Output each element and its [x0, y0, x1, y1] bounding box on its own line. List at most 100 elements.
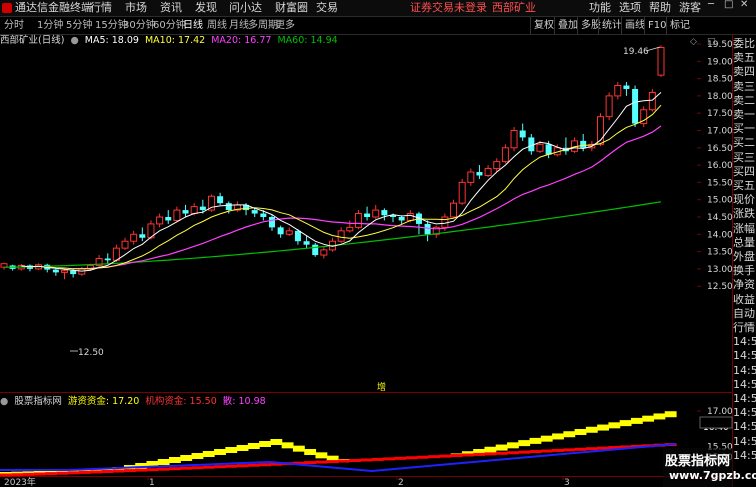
candle-down: [251, 210, 258, 214]
institution-bar: [383, 457, 395, 461]
institution-bar: [552, 448, 564, 452]
side-panel-item[interactable]: 14:56: [733, 350, 756, 362]
ma5-line: [21, 92, 662, 272]
institution-bar: [585, 447, 598, 451]
settings-icon[interactable]: □: [707, 37, 716, 47]
candle-up: [190, 206, 198, 215]
side-panel-item[interactable]: 14:56: [733, 407, 756, 419]
ma60-legend: MA60: 14.94: [277, 35, 338, 46]
institution-bar: [394, 456, 407, 460]
side-panel-item[interactable]: 14:56: [733, 436, 756, 448]
candle-up: [337, 230, 345, 242]
expand-icon[interactable]: ◇: [690, 37, 697, 47]
hot-money-bar: [585, 426, 598, 433]
candle-up: [61, 270, 69, 273]
side-panel-item[interactable]: 总量: [733, 237, 756, 249]
candle-up: [493, 161, 501, 170]
kline-chart[interactable]: 19.5019.0018.5018.0017.5017.0016.5016.00…: [0, 0, 756, 487]
side-panel-item[interactable]: 换手: [733, 265, 756, 277]
side-panel-item[interactable]: 委比: [733, 38, 756, 50]
hot-money-bar: [292, 445, 305, 452]
side-panel-item[interactable]: 14:56: [733, 393, 756, 405]
side-panel-item[interactable]: 14:56: [733, 421, 756, 433]
quote-side-panel: 委比卖五卖四卖三卖二卖一买一买二买三买四买五现价涨跌涨幅总量外盘换手净资收益自动…: [733, 34, 756, 487]
side-panel-item[interactable]: 净资: [733, 279, 756, 291]
side-panel-item[interactable]: 行情: [733, 322, 756, 334]
pane-divider: [0, 392, 733, 393]
hot-money-bar: [247, 443, 260, 449]
side-panel-item[interactable]: 买四: [733, 166, 756, 178]
side-panel-item[interactable]: 买五: [733, 180, 756, 192]
candle-down: [623, 85, 630, 89]
side-panel-item[interactable]: 买一: [733, 123, 756, 135]
side-panel-item[interactable]: 卖四: [733, 66, 756, 78]
hot-money-bar: [214, 449, 226, 455]
institution-bar: [180, 466, 193, 470]
price-axis-label: 13.50: [707, 248, 733, 258]
institution-bar: [507, 451, 519, 455]
side-panel-item[interactable]: 现价: [733, 194, 756, 206]
price-axis-label: 18.50: [707, 75, 733, 85]
side-panel-item[interactable]: 卖二: [733, 95, 756, 107]
hot-money-bar: [191, 453, 204, 459]
ma20-legend: MA20: 16.77: [211, 35, 272, 46]
hot-money-bar: [202, 451, 215, 457]
candle-up: [536, 143, 544, 152]
indicator-hot-money: 游资资金: 17.20: [67, 396, 140, 407]
side-panel-item[interactable]: 14:56: [733, 379, 756, 391]
institution-bar: [45, 472, 57, 476]
side-panel-item[interactable]: 外盘: [733, 251, 756, 263]
zeng-marker: 增: [377, 381, 386, 393]
institution-bar: [259, 463, 271, 467]
sub-axis-label: 17.00: [707, 407, 733, 417]
indicator-name: 股票指标网: [14, 396, 62, 407]
candle-up: [156, 216, 164, 225]
candle-up: [441, 216, 449, 228]
price-axis-label: 18.00: [707, 92, 733, 102]
hot-money-bar: [281, 442, 294, 449]
institution-bar: [574, 447, 587, 451]
side-panel-item[interactable]: 14:56: [733, 336, 756, 348]
price-axis-label: 19.00: [707, 57, 733, 67]
price-axis-label: 14.00: [707, 230, 733, 240]
candle-down: [580, 140, 587, 148]
side-panel-item[interactable]: 涨幅: [733, 223, 756, 235]
side-panel-item[interactable]: 收益: [733, 294, 756, 306]
side-panel-item[interactable]: 买二: [733, 137, 756, 149]
side-panel-item[interactable]: 卖一: [733, 109, 756, 121]
candle-down: [182, 210, 189, 214]
side-panel-item[interactable]: 卖三: [733, 81, 756, 93]
legend-dot-icon[interactable]: ●: [70, 35, 78, 46]
hot-money-bar: [574, 429, 587, 435]
ma5-legend: MA5: 18.09: [84, 35, 139, 46]
low-price-label: 12.50: [78, 348, 104, 358]
institution-bar: [236, 464, 249, 468]
date-month-2: 2: [398, 478, 404, 487]
indicator-retail: 散: 10.98: [222, 396, 266, 407]
candle-down: [312, 244, 319, 256]
institution-bar: [146, 468, 159, 472]
date-year: 2023年: [4, 476, 36, 487]
side-panel-item[interactable]: 14:56: [733, 450, 756, 462]
institution-bar: [360, 458, 373, 462]
side-panel-item[interactable]: 自动: [733, 308, 756, 320]
candle-up: [467, 171, 475, 183]
indicator-dot-icon[interactable]: ●: [0, 396, 8, 407]
hot-money-bar: [304, 449, 317, 455]
institution-bar: [416, 455, 429, 459]
side-panel-item[interactable]: 买三: [733, 152, 756, 164]
institution-bar: [461, 453, 474, 457]
high-price-label: 19.46: [623, 47, 649, 57]
candle-up: [501, 147, 509, 163]
institution-bar: [67, 471, 80, 475]
institution-bar: [101, 470, 114, 474]
candle-down: [52, 269, 59, 273]
side-panel-item[interactable]: 卖五: [733, 52, 756, 64]
candle-down: [199, 206, 206, 211]
hot-money-bar: [236, 445, 249, 451]
date-axis-line: [0, 476, 733, 477]
candle-down: [381, 210, 388, 216]
side-panel-item[interactable]: 14:56: [733, 365, 756, 377]
price-axis-label: 15.50: [707, 178, 733, 188]
side-panel-item[interactable]: 涨跌: [733, 208, 756, 220]
